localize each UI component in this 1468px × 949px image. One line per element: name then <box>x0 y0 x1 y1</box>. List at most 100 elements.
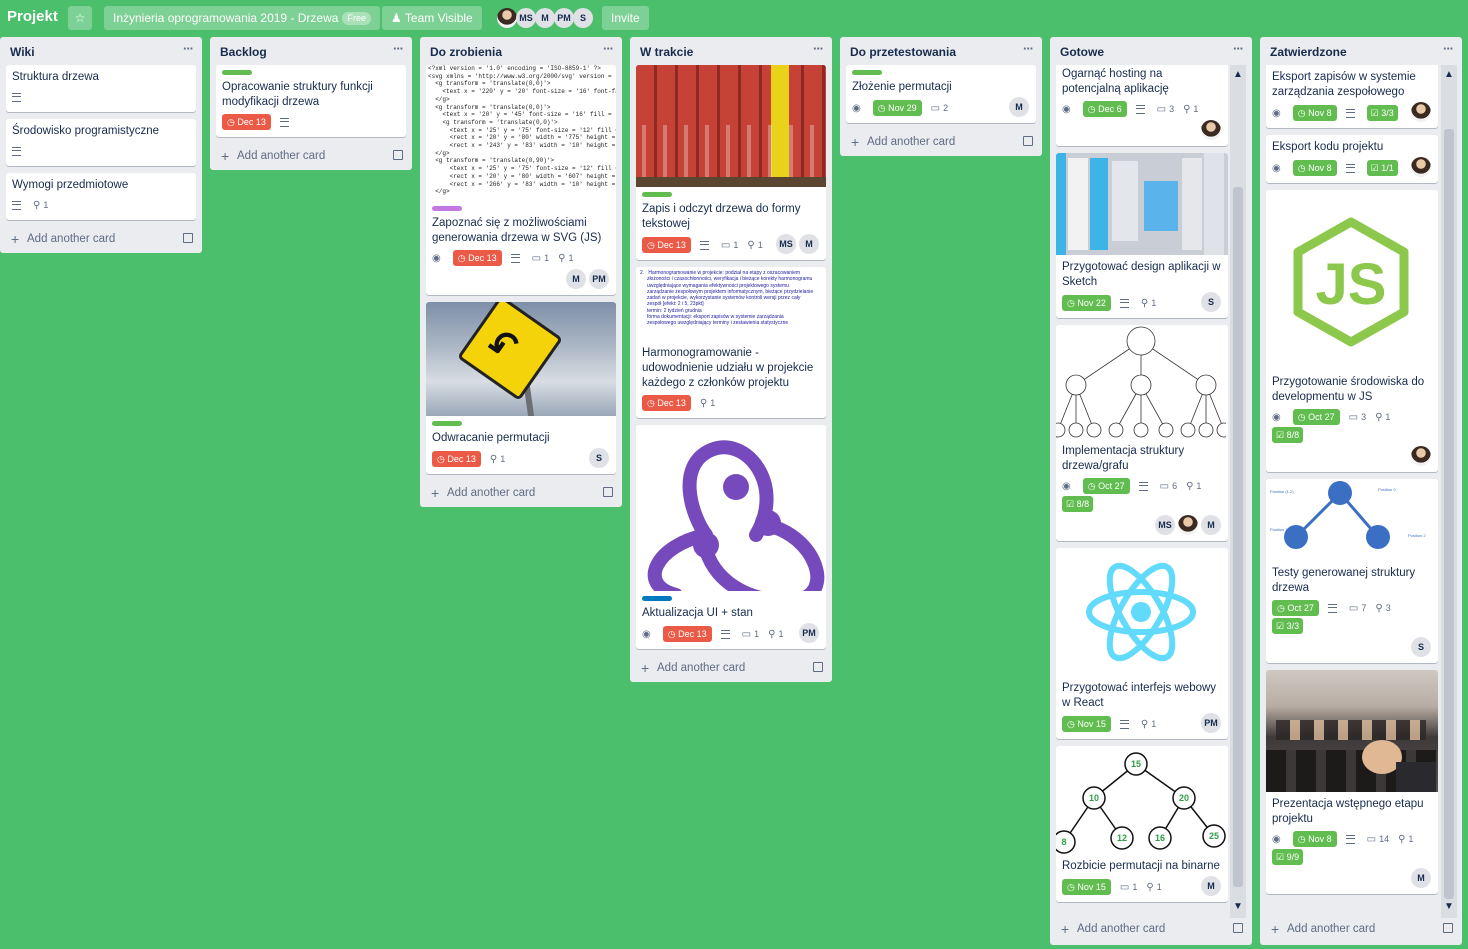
card[interactable]: Struktura drzewa <box>6 65 196 112</box>
list-title[interactable]: Gotowe <box>1060 45 1104 59</box>
list-scrollbar[interactable]: ▲ ▼ <box>1230 65 1246 918</box>
member-avatar[interactable]: M <box>1201 876 1221 896</box>
member-avatar-photo[interactable] <box>1411 157 1431 177</box>
card[interactable]: Ogarnąć hosting na potencjalną aplikację… <box>1056 65 1228 146</box>
card[interactable]: Prezentacja wstępnego etapu projektu ◉ ◷ … <box>1266 670 1438 894</box>
add-card-button[interactable]: + Add another card <box>1260 917 1462 943</box>
scroll-up-icon[interactable]: ▲ <box>1444 69 1454 80</box>
member-avatar-photo[interactable] <box>1201 120 1221 140</box>
card[interactable]: Eksport kodu projektu ◉ ◷ Nov 8 ☑ 1/1 <box>1266 135 1438 183</box>
list-menu-icon[interactable]: ··· <box>1233 41 1244 56</box>
clock-icon: ◷ <box>1067 719 1075 729</box>
checkbox-icon: ☑ <box>1276 430 1285 440</box>
member-avatar[interactable]: M <box>799 234 819 254</box>
card[interactable]: 2. Harmonogramowanie w projekcie: podzia… <box>636 267 826 418</box>
member-avatar[interactable]: M <box>1411 868 1431 888</box>
template-icon[interactable] <box>603 487 613 497</box>
list-title[interactable]: Backlog <box>220 45 267 59</box>
card[interactable]: Zapis i odczyt drzewa do formy tekstowej… <box>636 65 826 260</box>
scroll-up-icon[interactable]: ▲ <box>1233 69 1243 80</box>
member-avatar[interactable]: M <box>566 269 586 289</box>
member-avatar-photo[interactable] <box>1411 102 1431 122</box>
template-icon[interactable] <box>813 662 823 672</box>
scroll-down-icon[interactable]: ▼ <box>1233 901 1243 912</box>
scroll-thumb[interactable] <box>1233 187 1243 887</box>
visibility-label: Team Visible <box>404 11 473 25</box>
card[interactable]: Aktualizacja UI + stan ◉ ◷ Dec 13 ▭ 1 ⚲ 1 PM <box>636 425 826 649</box>
member-avatar[interactable]: M <box>1009 97 1029 117</box>
card[interactable]: 15 10 20 8 12 16 25 Rozbicie permutacji … <box>1056 746 1228 902</box>
list-menu-icon[interactable]: ··· <box>813 41 824 56</box>
template-icon[interactable] <box>1023 136 1033 146</box>
add-card-button[interactable]: + Add another card <box>0 227 202 253</box>
member-avatar-photo[interactable] <box>1178 515 1198 535</box>
due-date-badge: ◷ Nov 8 <box>1292 160 1337 176</box>
plus-icon: + <box>641 660 650 676</box>
template-icon[interactable] <box>1233 923 1243 933</box>
add-card-button[interactable]: + Add another card <box>420 481 622 507</box>
list-title[interactable]: Zatwierdzone <box>1270 45 1347 59</box>
member-avatar-photo[interactable] <box>1411 446 1431 466</box>
team-name[interactable]: Projekt <box>7 8 58 25</box>
label-green <box>432 421 462 426</box>
card[interactable]: Środowisko programistyczne <box>6 119 196 166</box>
card[interactable]: Eksport zapisów w systemie zarządzania z… <box>1266 65 1438 128</box>
member-avatar[interactable]: MS <box>776 234 796 254</box>
attachment-icon: ⚲ <box>1183 103 1191 115</box>
template-icon[interactable] <box>1443 923 1453 933</box>
template-icon[interactable] <box>183 233 193 243</box>
list-scrollbar[interactable]: ▲ ▼ <box>1441 65 1457 918</box>
list-title[interactable]: Do przetestowania <box>850 45 956 59</box>
member-avatar[interactable]: MS <box>1155 515 1175 535</box>
card[interactable]: Opracowanie struktury funkcji modyfikacj… <box>216 65 406 137</box>
list-menu-icon[interactable]: ··· <box>603 41 614 56</box>
card[interactable]: Złożenie permutacji ◉ ◷ Nov 29 ▭ 2 M <box>846 65 1036 123</box>
star-button[interactable]: ☆ <box>68 6 92 30</box>
member-avatar[interactable]: S <box>589 448 609 468</box>
clock-icon: ◷ <box>1297 412 1306 422</box>
board-title-button[interactable]: Inżynieria oprogramowania 2019 - Drzewa F… <box>104 6 380 30</box>
card-cover-tree-diagram <box>1056 325 1228 439</box>
scroll-thumb[interactable] <box>1444 129 1454 899</box>
list-title[interactable]: Do zrobienia <box>430 45 502 59</box>
card[interactable]: <?xml version = '1.0' encoding = 'ISO-88… <box>426 65 616 295</box>
card[interactable]: Implementacja struktury drzewa/grafu ◉ ◷ … <box>1056 325 1228 541</box>
list-title[interactable]: W trakcie <box>640 45 693 59</box>
description-icon <box>1345 163 1355 173</box>
plus-icon: + <box>1061 921 1070 937</box>
template-icon[interactable] <box>393 150 403 160</box>
list-title[interactable]: Wiki <box>10 45 35 59</box>
member-avatar[interactable]: PM <box>799 623 819 643</box>
member-avatar[interactable]: S <box>573 8 593 28</box>
visibility-button[interactable]: ♟ Team Visible <box>382 6 482 30</box>
list-menu-icon[interactable]: ··· <box>393 41 404 56</box>
card[interactable]: Wymogi przedmiotowe ⚲ 1 <box>6 173 196 220</box>
member-avatar[interactable]: PM <box>589 269 609 289</box>
add-card-button[interactable]: + Add another card <box>1050 917 1252 943</box>
member-avatar[interactable]: M <box>1201 515 1221 535</box>
list-menu-icon[interactable]: ··· <box>183 41 194 56</box>
checkbox-icon: ☑ <box>1370 163 1379 173</box>
tree-node-label: 15 <box>1131 759 1141 769</box>
member-avatar[interactable]: M <box>535 8 555 28</box>
card[interactable]: Przygotować design aplikacji w Sketch ◷ … <box>1056 153 1228 318</box>
scroll-down-icon[interactable]: ▼ <box>1444 901 1454 912</box>
member-avatar[interactable]: PM <box>554 8 574 28</box>
list-menu-icon[interactable]: ··· <box>1023 41 1034 56</box>
member-avatar[interactable]: MS <box>516 8 536 28</box>
card[interactable]: JS Przygotowanie środowiska do developme… <box>1266 190 1438 472</box>
card[interactable]: Position (1,2) Position 0 Position 1 Pos… <box>1266 479 1438 663</box>
invite-button[interactable]: Invite <box>602 6 649 30</box>
list-menu-icon[interactable]: ··· <box>1443 41 1454 56</box>
member-avatar[interactable]: S <box>1411 637 1431 657</box>
add-card-button[interactable]: + Add another card <box>630 656 832 682</box>
add-card-button[interactable]: + Add another card <box>840 130 1042 156</box>
member-avatar-photo[interactable] <box>497 8 517 28</box>
comment-icon: ▭ <box>930 102 941 114</box>
member-avatar[interactable]: S <box>1201 292 1221 312</box>
card[interactable]: ↶ Odwracanie permutacji ◷ Dec 13 ⚲ 1 S <box>426 302 616 474</box>
member-avatar[interactable]: PM <box>1201 713 1221 733</box>
card[interactable]: Przygotować interfejs webowy w React ◷ N… <box>1056 548 1228 739</box>
add-card-button[interactable]: + Add another card <box>210 144 412 170</box>
watch-icon: ◉ <box>1272 833 1281 845</box>
